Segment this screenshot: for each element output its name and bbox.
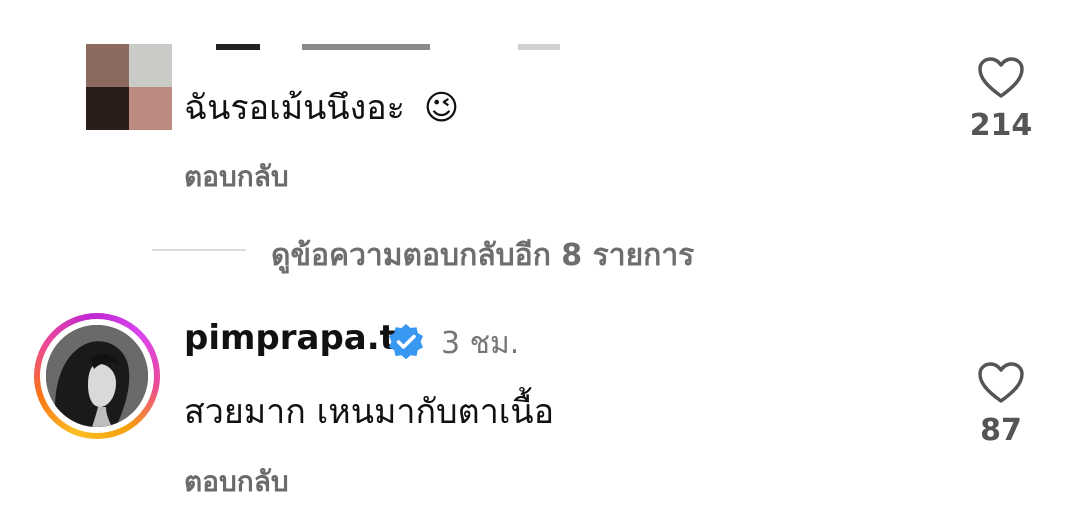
username-link[interactable]: pimprapa.t: [184, 318, 396, 358]
reply-button[interactable]: ตอบกลับ: [184, 155, 289, 199]
avatar-tile: [129, 44, 172, 87]
avatar: [46, 325, 148, 427]
heart-icon[interactable]: [977, 361, 1025, 405]
story-ring-avatar[interactable]: [34, 313, 160, 439]
comment-text: ฉันรอเม้นนึงอะ 😉: [184, 86, 459, 130]
comment-body: ฉันรอเม้นนึงอะ: [184, 88, 405, 128]
like-count: 214: [969, 108, 1033, 143]
like-count: 87: [980, 413, 1022, 448]
heart-icon[interactable]: [977, 56, 1025, 100]
avatar-tile: [86, 44, 129, 87]
avatar-tile: [86, 87, 129, 130]
avatar-tile: [129, 87, 172, 130]
comment-text: สวยมาก เหนมากับตาเนื้อ: [184, 390, 554, 434]
wink-emoji: 😉: [423, 88, 460, 128]
cropped-username-fragment: [302, 44, 430, 50]
view-more-replies-button[interactable]: ดูข้อความตอบกลับอีก 8 รายการ: [271, 232, 694, 279]
cropped-username-fragment: [216, 44, 260, 50]
like-control[interactable]: 214: [961, 56, 1041, 143]
cropped-time-fragment: [518, 44, 560, 50]
portrait-image: [46, 325, 148, 427]
like-control[interactable]: 87: [961, 361, 1041, 448]
reply-button[interactable]: ตอบกลับ: [184, 460, 289, 504]
divider-line: [152, 249, 246, 251]
avatar[interactable]: [86, 44, 172, 130]
story-ring-gap: [40, 319, 154, 433]
comment-body: สวยมาก เหนมากับตาเนื้อ: [184, 392, 555, 432]
verified-badge-icon: [389, 324, 423, 360]
comment-timestamp: 3 ชม.: [441, 326, 520, 361]
